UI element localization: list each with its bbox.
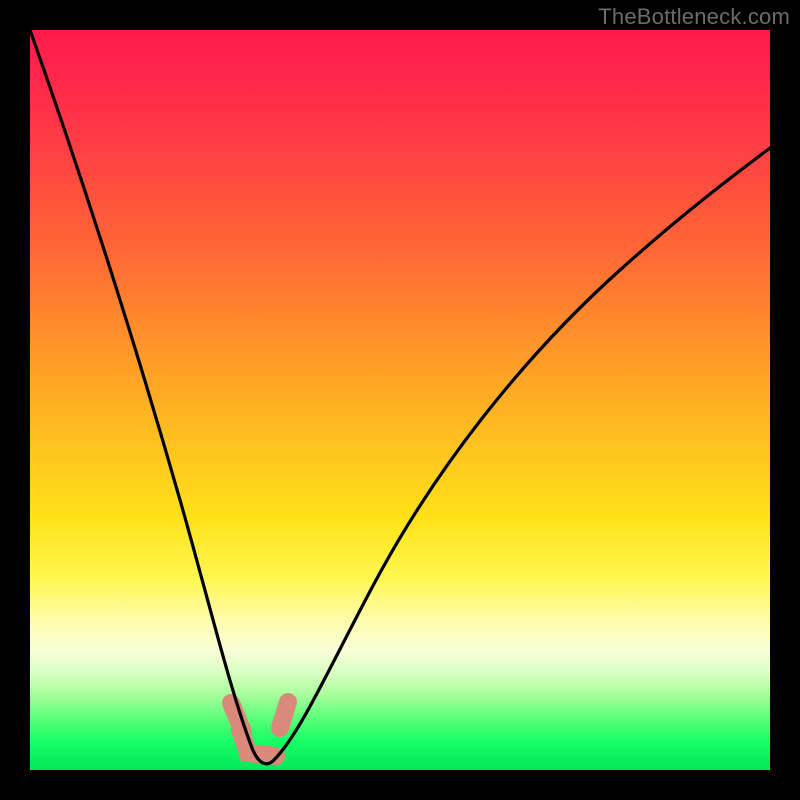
watermark-text: TheBottleneck.com bbox=[598, 4, 790, 30]
bottleneck-curve bbox=[30, 30, 770, 764]
bottleneck-plot bbox=[30, 30, 770, 770]
curve-layer bbox=[30, 30, 770, 770]
chart-frame: TheBottleneck.com bbox=[0, 0, 800, 800]
